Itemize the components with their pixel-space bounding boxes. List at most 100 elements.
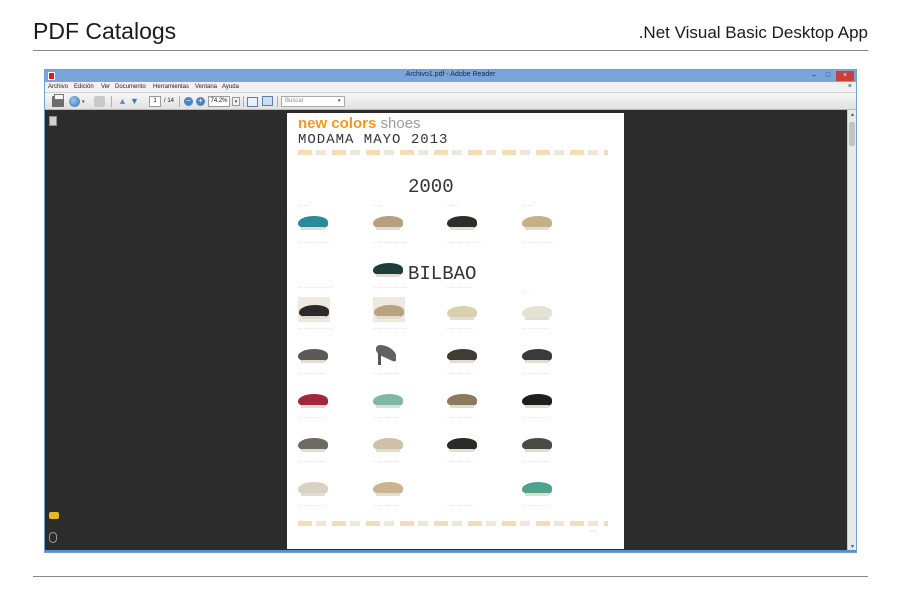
toolbar-divider	[179, 96, 180, 107]
shoe-image	[447, 438, 477, 452]
window-titlebar[interactable]: Archivo1.pdf - Adobe Reader – □ ×	[45, 70, 856, 82]
product-caption: ····	[522, 291, 530, 294]
shoe-image	[522, 394, 552, 408]
scroll-thumb[interactable]	[849, 122, 855, 146]
zoom-in-icon[interactable]: +	[196, 97, 205, 106]
next-page-icon[interactable]: ▼	[130, 96, 139, 107]
shoe-image	[298, 438, 328, 452]
shoe-image	[373, 343, 399, 365]
maximize-button[interactable]: □	[822, 71, 834, 81]
shoe-image	[522, 306, 552, 320]
comment-icon[interactable]	[49, 512, 59, 519]
page-total: / 14	[164, 98, 175, 104]
shoe-image	[447, 216, 477, 230]
product-caption: ···············	[373, 460, 401, 463]
section-heading: 2000	[408, 176, 454, 198]
product-caption: ···················	[373, 327, 408, 330]
catalog-brand: new colors shoes	[298, 115, 421, 132]
product-caption: ···············	[373, 504, 401, 507]
bottom-divider	[33, 576, 868, 577]
product-caption: ···············	[298, 460, 326, 463]
top-divider	[33, 50, 868, 51]
product-caption: ···················	[298, 327, 333, 330]
page-footer: ···	[589, 530, 597, 534]
menu-ver[interactable]: Ver	[101, 84, 110, 90]
scroll-up-icon[interactable]: ▴	[848, 111, 857, 119]
tool-icon[interactable]	[94, 96, 105, 107]
shoe-image	[299, 305, 329, 319]
product-caption: ···············	[298, 504, 326, 507]
shoe-image	[522, 216, 552, 230]
product-caption: ···············	[522, 372, 550, 375]
product-caption: ···················	[298, 286, 333, 289]
fit-page-icon[interactable]	[262, 96, 273, 106]
slide-title: PDF Catalogs	[33, 18, 177, 44]
product-caption: ···············	[522, 416, 550, 419]
shoe-image	[373, 482, 403, 496]
pdf-page[interactable]: new colors shoes MODAMA MAYO 2013 2000 ·…	[287, 113, 624, 549]
shoe-image	[522, 438, 552, 452]
reader-window: Archivo1.pdf - Adobe Reader – □ × Archiv…	[44, 69, 857, 553]
product-caption: ···················	[298, 241, 333, 244]
vertical-scrollbar[interactable]: ▴ ▾	[847, 110, 856, 552]
shoe-image	[522, 349, 552, 363]
product-caption: ···············	[522, 504, 550, 507]
shoe-image	[373, 216, 403, 230]
product-caption: ···············	[373, 372, 401, 375]
menu-ventana[interactable]: Ventana	[195, 84, 217, 90]
decorative-band	[298, 521, 608, 526]
shoe-image	[298, 349, 328, 363]
share-icon[interactable]	[69, 96, 80, 107]
shoe-image	[447, 394, 477, 408]
shoe-image	[447, 349, 477, 363]
product-caption: ···················	[373, 286, 408, 289]
product-caption: ···············	[522, 460, 550, 463]
shoe-image	[298, 216, 328, 230]
minimize-button[interactable]: –	[808, 71, 820, 81]
share-dropdown-icon[interactable]: ▾	[82, 99, 85, 105]
zoom-out-icon[interactable]: −	[184, 97, 193, 106]
attachment-icon[interactable]	[49, 532, 57, 543]
zoom-dropdown-icon[interactable]: ▾	[232, 97, 240, 106]
product-caption: ······	[298, 204, 309, 207]
decorative-band	[298, 150, 608, 155]
toolbar: ▾ ▲ ▼ 1 / 14 − + 74,2% ▾ Buscar ▾	[45, 93, 856, 110]
menu-documento[interactable]: Documento	[115, 84, 146, 90]
toolbar-divider	[277, 96, 278, 107]
toolbar-divider	[243, 96, 244, 107]
product-caption: ···············	[373, 416, 401, 419]
pages-icon[interactable]	[49, 116, 57, 126]
zoom-input[interactable]: 74,2%	[208, 96, 230, 107]
window-title: Archivo1.pdf - Adobe Reader	[405, 71, 496, 78]
product-caption: ··············	[447, 286, 473, 289]
menu-bar: Archivo Edición Ver Documento Herramient…	[45, 82, 856, 93]
product-caption: ······	[373, 204, 384, 207]
search-input[interactable]: Buscar	[281, 96, 345, 107]
menu-archivo[interactable]: Archivo	[48, 84, 68, 90]
close-document-icon[interactable]: ×	[848, 83, 852, 90]
product-caption: ···············	[447, 327, 475, 330]
product-caption: ···············	[298, 416, 326, 419]
product-caption: ···············	[447, 504, 475, 507]
search-dropdown-icon[interactable]: ▾	[338, 98, 341, 104]
product-caption: ···················	[373, 241, 408, 244]
shoe-image	[373, 438, 403, 452]
shoe-image	[298, 482, 328, 496]
page-number-input[interactable]: 1	[149, 96, 161, 107]
product-caption: ···············	[447, 416, 475, 419]
slide: PDF Catalogs .Net Visual Basic Desktop A…	[0, 0, 900, 600]
section-heading: BILBAO	[408, 263, 477, 285]
fit-width-icon[interactable]	[247, 97, 258, 107]
print-icon[interactable]	[52, 94, 64, 107]
close-button[interactable]: ×	[836, 71, 854, 81]
shoe-image	[522, 482, 552, 496]
menu-edicion[interactable]: Edición	[74, 84, 94, 90]
window-bottom-border	[45, 550, 856, 552]
menu-ayuda[interactable]: Ayuda	[222, 84, 239, 90]
prev-page-icon[interactable]: ▲	[118, 96, 127, 107]
menu-herramientas[interactable]: Herramientas	[153, 84, 189, 90]
catalog-title: MODAMA MAYO 2013	[298, 132, 449, 148]
shoe-image	[298, 394, 328, 408]
navigation-pane	[45, 110, 59, 552]
shoe-image	[374, 305, 404, 319]
